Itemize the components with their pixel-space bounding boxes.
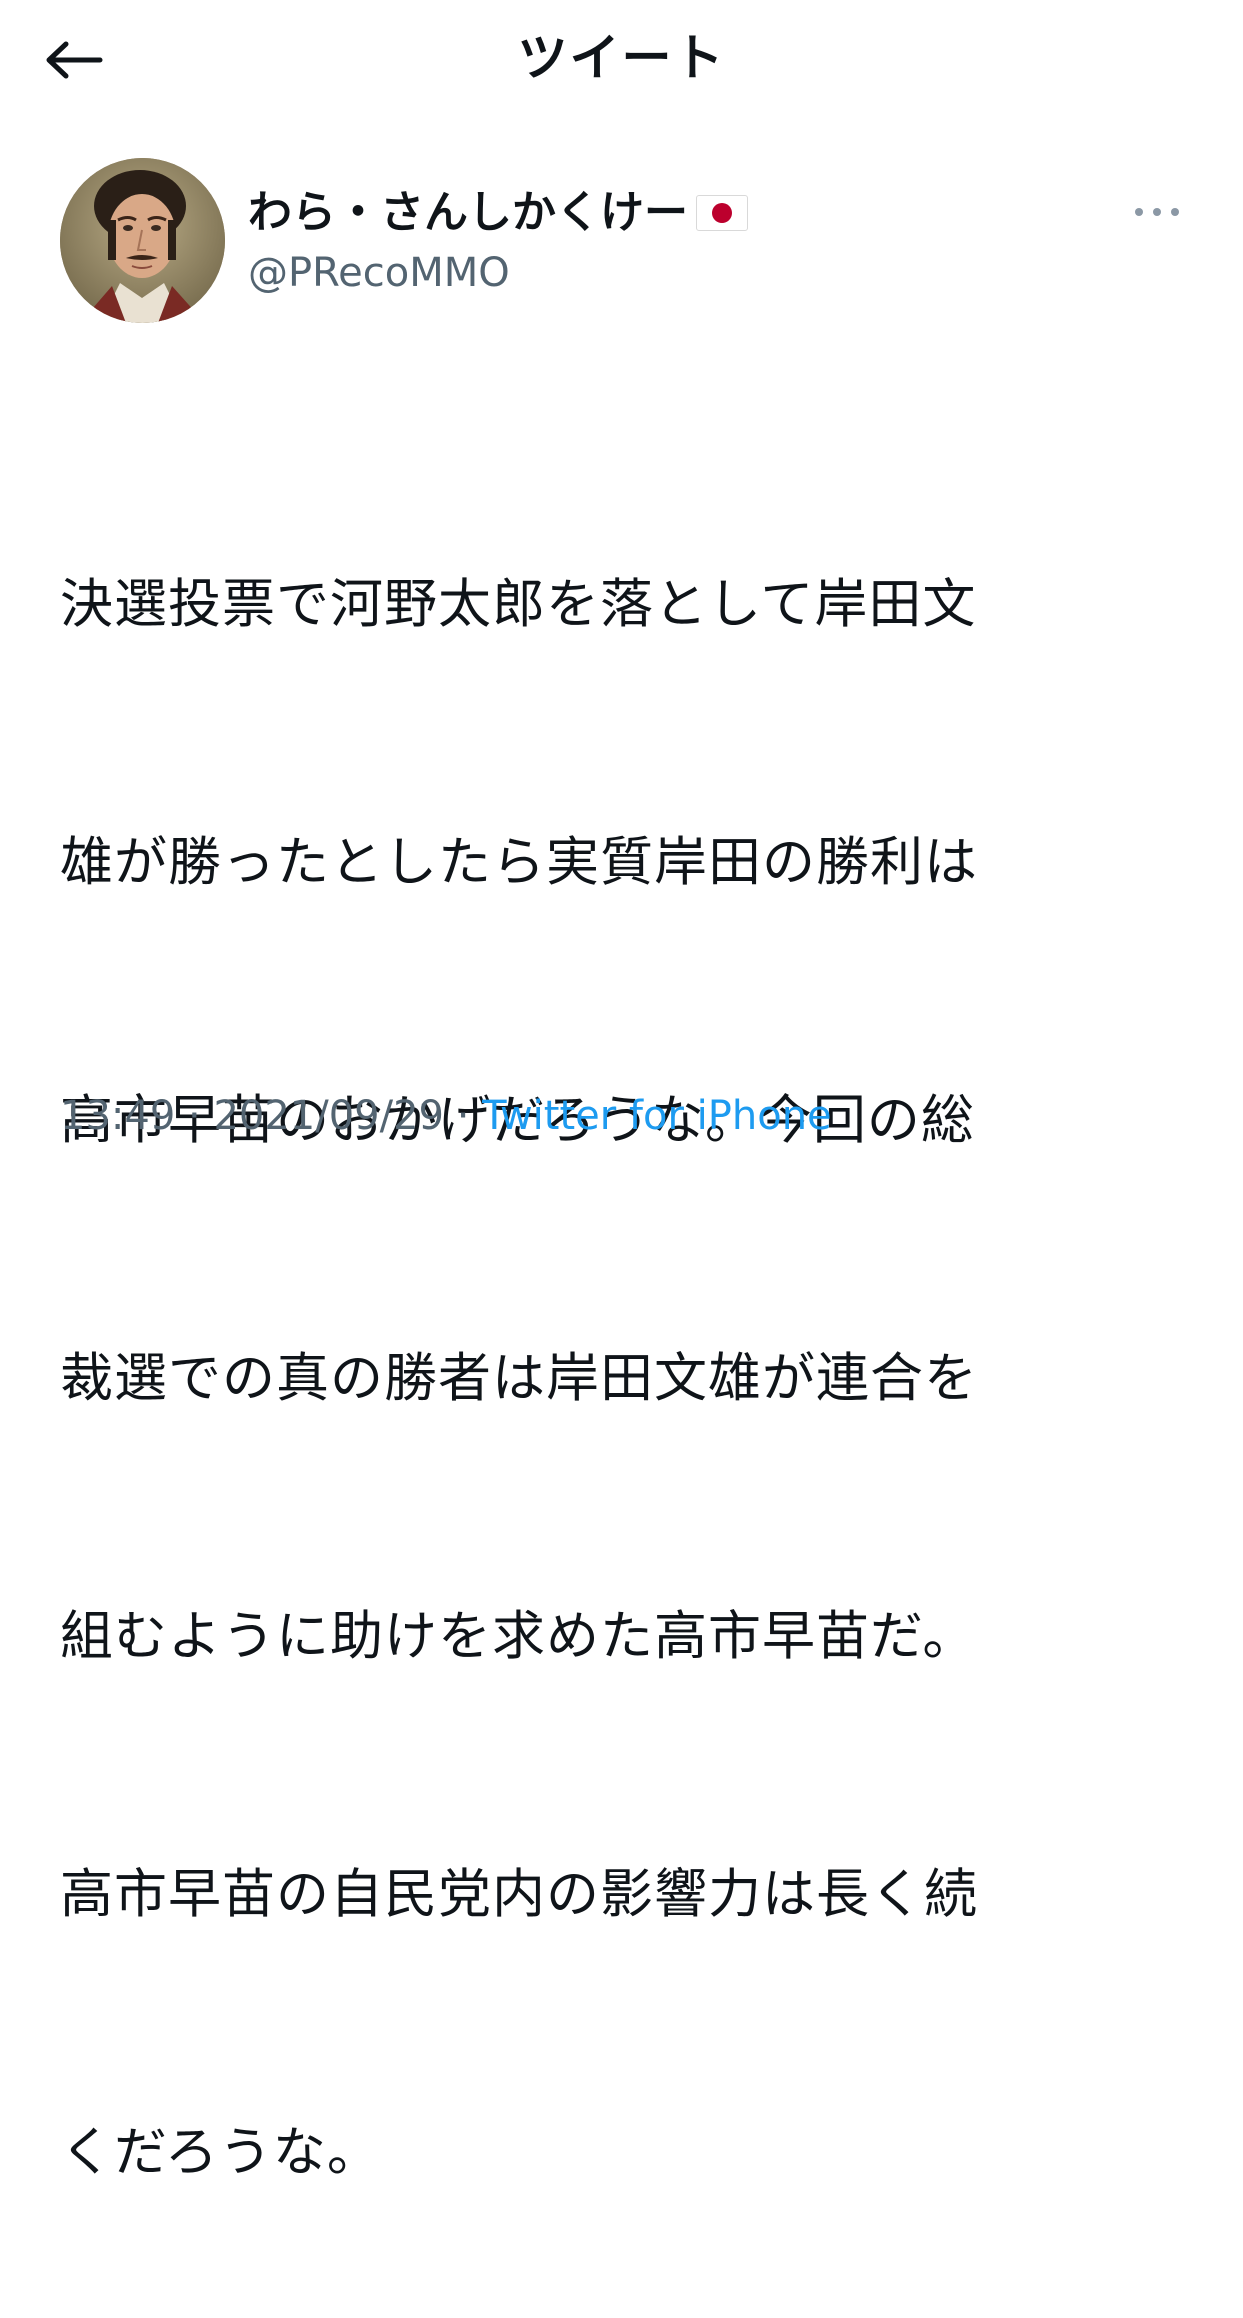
tweet-text: 決選投票で河野太郎を落として岸田文 雄が勝ったとしたら実質岸田の勝利は 高市早苗… xyxy=(60,390,1190,2318)
display-name[interactable]: わら・さんしかくけー xyxy=(248,186,688,240)
tweet-text-line: くだろうな。 xyxy=(60,2122,381,2183)
tweet-text-line: 決選投票で河野太郎を落として岸田文 xyxy=(60,574,977,635)
page-title: ツイート xyxy=(517,29,726,87)
tweet-time[interactable]: 13:49 xyxy=(60,1093,175,1139)
user-handle[interactable]: @PRecoMMO xyxy=(248,246,1123,300)
japan-flag-icon xyxy=(696,195,748,231)
portrait-avatar xyxy=(60,158,225,323)
tweet-text-line: 雄が勝ったとしたら実質岸田の勝利は xyxy=(60,832,978,893)
author-info: わら・さんしかくけー @PRecoMMO xyxy=(248,186,1123,300)
display-name-row[interactable]: わら・さんしかくけー xyxy=(248,186,1123,240)
tweet-text-line: 裁選での真の勝者は岸田文雄が連合を xyxy=(60,1348,978,1409)
top-bar: ツイート xyxy=(0,0,1243,120)
separator: · xyxy=(175,1093,214,1139)
more-options-button[interactable] xyxy=(1122,192,1192,232)
tweet-date[interactable]: 2021/09/29 xyxy=(213,1093,444,1139)
avatar[interactable] xyxy=(60,158,225,323)
separator: · xyxy=(443,1093,483,1139)
tweet-metadata: 13:49 · 2021/09/29 · Twitter for iPhone xyxy=(60,1088,832,1144)
tweet-source-link[interactable]: Twitter for iPhone xyxy=(482,1093,832,1139)
tweet-text-line: 高市早苗の自民党内の影響力は長く続 xyxy=(60,1864,978,1925)
tweet-text-line: 組むように助けを求めた高市早苗だ。 xyxy=(60,1606,977,1667)
more-horizontal-icon xyxy=(1130,208,1184,216)
